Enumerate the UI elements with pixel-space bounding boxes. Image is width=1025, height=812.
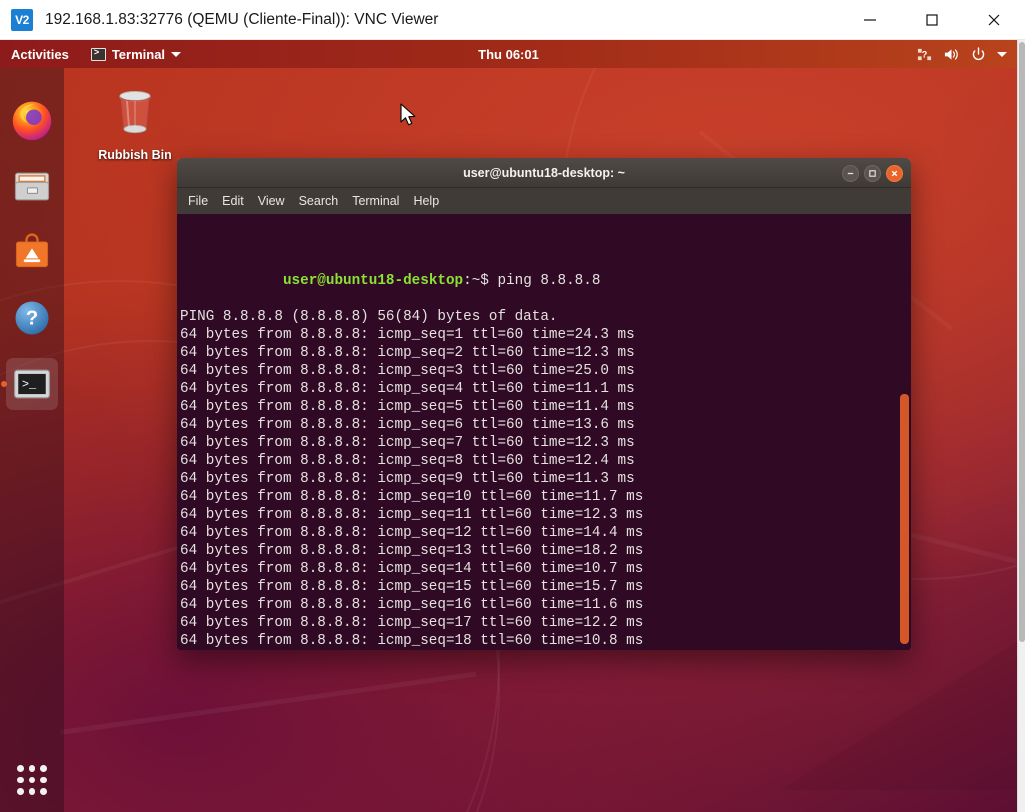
- vnc-window-controls: [839, 0, 1025, 40]
- system-tray: ?: [917, 47, 1007, 62]
- terminal-output-lines: PING 8.8.8.8 (8.8.8.8) 56(84) bytes of d…: [180, 308, 893, 650]
- maximize-icon: [868, 169, 877, 178]
- close-icon: [987, 13, 1001, 27]
- files-icon: [10, 164, 54, 208]
- ubuntu-software-icon: [10, 230, 54, 274]
- grid-dot: [29, 765, 36, 772]
- terminal-line: 64 bytes from 8.8.8.8: icmp_seq=15 ttl=6…: [180, 578, 893, 596]
- vnc-close-button[interactable]: [963, 0, 1025, 40]
- trash-icon: [108, 85, 162, 139]
- terminal-command: ping 8.8.8.8: [489, 273, 601, 289]
- dock-item-ubuntu-software[interactable]: [6, 226, 58, 278]
- minimize-icon: [846, 169, 855, 178]
- vnc-vertical-scrollbar[interactable]: [1017, 40, 1025, 812]
- terminal-window-title: user@ubuntu18-desktop: ~: [177, 166, 911, 180]
- dock-item-files[interactable]: [6, 160, 58, 212]
- terminal-icon: >_: [10, 362, 54, 406]
- terminal-maximize-button[interactable]: [864, 165, 881, 182]
- dock-item-terminal[interactable]: >_: [6, 358, 58, 410]
- terminal-line: 64 bytes from 8.8.8.8: icmp_seq=8 ttl=60…: [180, 452, 893, 470]
- tray-chevron-down-icon[interactable]: [997, 52, 1007, 57]
- terminal-line: 64 bytes from 8.8.8.8: icmp_seq=2 ttl=60…: [180, 344, 893, 362]
- dock-item-firefox[interactable]: [6, 94, 58, 146]
- grid-dot: [40, 788, 47, 795]
- vnc-maximize-button[interactable]: [901, 0, 963, 40]
- terminal-window-controls: [842, 158, 903, 188]
- vnc-window-title: 192.168.1.83:32776 (QEMU (Cliente-Final)…: [45, 11, 839, 29]
- ubuntu-dock: ? >_: [0, 68, 64, 812]
- input-source-icon[interactable]: ?: [917, 47, 932, 62]
- terminal-line: 64 bytes from 8.8.8.8: icmp_seq=4 ttl=60…: [180, 380, 893, 398]
- terminal-line: 64 bytes from 8.8.8.8: icmp_seq=13 ttl=6…: [180, 542, 893, 560]
- prompt-user: user@ubuntu18-desktop: [283, 273, 463, 289]
- grid-dot: [40, 777, 47, 784]
- app-menu-label: Terminal: [112, 47, 165, 62]
- terminal-line: 64 bytes from 8.8.8.8: icmp_seq=10 ttl=6…: [180, 488, 893, 506]
- terminal-prompt-line: user@ubuntu18-desktop:~$ ping 8.8.8.8: [180, 254, 893, 272]
- grid-dot: [29, 788, 36, 795]
- terminal-output-area[interactable]: user@ubuntu18-desktop:~$ ping 8.8.8.8 PI…: [177, 214, 911, 650]
- terminal-line: 64 bytes from 8.8.8.8: icmp_seq=17 ttl=6…: [180, 614, 893, 632]
- power-icon[interactable]: [971, 47, 986, 62]
- desktop-icon-rubbish-bin[interactable]: Rubbish Bin: [93, 85, 177, 162]
- terminal-line: 64 bytes from 8.8.8.8: icmp_seq=6 ttl=60…: [180, 416, 893, 434]
- menu-item-view[interactable]: View: [258, 194, 285, 208]
- terminal-scrollbar[interactable]: [898, 214, 911, 650]
- menu-item-edit[interactable]: Edit: [222, 194, 244, 208]
- terminal-close-button[interactable]: [886, 165, 903, 182]
- vnc-scrollbar-thumb[interactable]: [1019, 42, 1025, 642]
- minimize-icon: [863, 13, 877, 27]
- activities-button[interactable]: Activities: [11, 47, 69, 62]
- firefox-icon: [10, 98, 54, 142]
- vnc-titlebar: V2 192.168.1.83:32776 (QEMU (Cliente-Fin…: [0, 0, 1025, 40]
- terminal-line: 64 bytes from 8.8.8.8: icmp_seq=14 ttl=6…: [180, 560, 893, 578]
- vnc-app-icon: V2: [11, 9, 33, 31]
- app-menu-button[interactable]: Terminal: [91, 47, 181, 62]
- menu-item-file[interactable]: File: [188, 194, 208, 208]
- terminal-line: 64 bytes from 8.8.8.8: icmp_seq=1 ttl=60…: [180, 326, 893, 344]
- grid-dot: [29, 777, 36, 784]
- grid-dot: [17, 765, 24, 772]
- menu-item-search[interactable]: Search: [299, 194, 339, 208]
- grid-dot: [17, 788, 24, 795]
- terminal-menubar: File Edit View Search Terminal Help: [177, 188, 911, 214]
- svg-text:?: ?: [26, 307, 38, 329]
- grid-dot: [17, 777, 24, 784]
- prompt-path: :~$: [463, 273, 489, 289]
- grid-dot: [40, 765, 47, 772]
- terminal-line: 64 bytes from 8.8.8.8: icmp_seq=11 ttl=6…: [180, 506, 893, 524]
- terminal-scrollbar-thumb[interactable]: [900, 394, 909, 644]
- svg-text:?: ?: [922, 49, 928, 59]
- vnc-viewer-window: V2 192.168.1.83:32776 (QEMU (Cliente-Fin…: [0, 0, 1025, 812]
- remote-desktop-viewport[interactable]: Activities Terminal Thu 06:01 ?: [0, 40, 1017, 812]
- terminal-minimize-button[interactable]: [842, 165, 859, 182]
- terminal-line: 64 bytes from 8.8.8.8: icmp_seq=16 ttl=6…: [180, 596, 893, 614]
- vnc-minimize-button[interactable]: [839, 0, 901, 40]
- terminal-icon: [91, 48, 106, 61]
- running-indicator-dot: [1, 381, 7, 387]
- chevron-down-icon: [171, 52, 181, 57]
- svg-text:>_: >_: [22, 378, 37, 392]
- terminal-titlebar[interactable]: user@ubuntu18-desktop: ~: [177, 158, 911, 188]
- volume-icon[interactable]: [943, 47, 960, 62]
- gnome-top-bar: Activities Terminal Thu 06:01 ?: [0, 40, 1017, 68]
- menu-item-terminal[interactable]: Terminal: [352, 194, 399, 208]
- show-applications-button[interactable]: [14, 762, 50, 798]
- terminal-line: 64 bytes from 8.8.8.8: icmp_seq=9 ttl=60…: [180, 470, 893, 488]
- terminal-line: 64 bytes from 8.8.8.8: icmp_seq=3 ttl=60…: [180, 362, 893, 380]
- maximize-icon: [925, 13, 939, 27]
- help-icon: ?: [10, 296, 54, 340]
- terminal-line: 64 bytes from 8.8.8.8: icmp_seq=7 ttl=60…: [180, 434, 893, 452]
- terminal-line: PING 8.8.8.8 (8.8.8.8) 56(84) bytes of d…: [180, 308, 893, 326]
- desktop-icon-label: Rubbish Bin: [93, 148, 177, 162]
- menu-item-help[interactable]: Help: [413, 194, 439, 208]
- terminal-line: 64 bytes from 8.8.8.8: icmp_seq=5 ttl=60…: [180, 398, 893, 416]
- terminal-line: 64 bytes from 8.8.8.8: icmp_seq=12 ttl=6…: [180, 524, 893, 542]
- dock-item-help[interactable]: ?: [6, 292, 58, 344]
- terminal-line: 64 bytes from 8.8.8.8: icmp_seq=18 ttl=6…: [180, 632, 893, 650]
- terminal-window[interactable]: user@ubuntu18-desktop: ~: [177, 158, 911, 650]
- close-icon: [890, 169, 899, 178]
- terminal-text: user@ubuntu18-desktop:~$ ping 8.8.8.8 PI…: [180, 218, 893, 650]
